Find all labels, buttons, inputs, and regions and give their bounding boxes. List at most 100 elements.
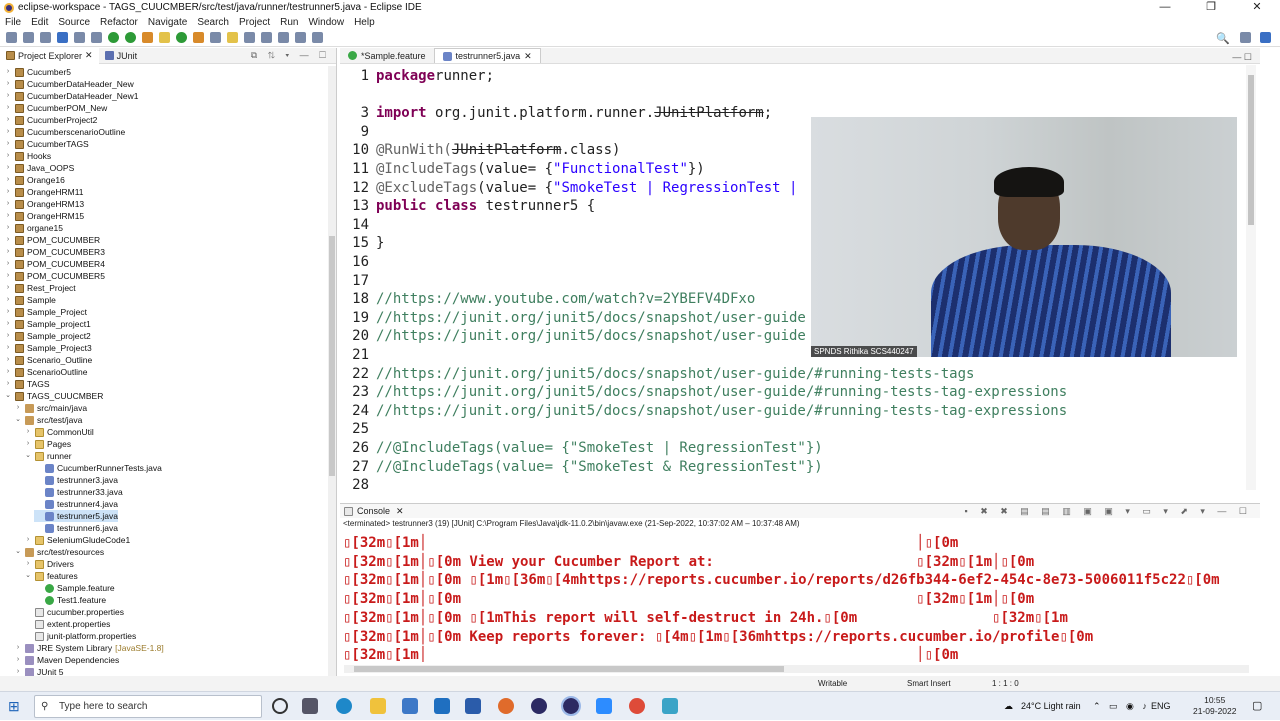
- menu-help[interactable]: Help: [354, 17, 375, 28]
- tree-item[interactable]: › src/main/java: [14, 402, 87, 414]
- console-hscrollbar[interactable]: [344, 665, 1249, 673]
- chevron-right-icon[interactable]: ›: [14, 654, 22, 666]
- chevron-right-icon[interactable]: ›: [4, 258, 12, 270]
- code-line[interactable]: @RunWith(JUnitPlatform.class): [376, 141, 620, 159]
- taskbar-search-input[interactable]: ⚲ Type here to search: [34, 695, 262, 718]
- cortana-icon[interactable]: [272, 698, 288, 714]
- tab-junit[interactable]: JUnit: [99, 48, 144, 64]
- chevron-right-icon[interactable]: ›: [4, 126, 12, 138]
- file-explorer-icon[interactable]: [370, 698, 386, 714]
- clock[interactable]: 10:55 21-09-2022: [1193, 695, 1236, 717]
- tree-item[interactable]: › ScenarioOutline: [4, 366, 88, 378]
- next-annotation-icon[interactable]: [244, 32, 255, 43]
- code-line[interactable]: //https://junit.org/junit5/docs/snapshot…: [376, 309, 806, 327]
- chevron-right-icon[interactable]: ›: [4, 150, 12, 162]
- chevron-right-icon[interactable]: ›: [4, 66, 12, 78]
- chevron-right-icon[interactable]: ›: [4, 174, 12, 186]
- tree-item[interactable]: Sample.feature: [34, 582, 115, 594]
- code-line[interactable]: //@IncludeTags(value= {"SmokeTest | Regr…: [376, 439, 823, 457]
- tree-item[interactable]: › TAGS: [4, 378, 50, 390]
- menu-search[interactable]: Search: [197, 17, 229, 28]
- chevron-right-icon[interactable]: ›: [4, 294, 12, 306]
- chevron-right-icon[interactable]: ›: [4, 78, 12, 90]
- chevron-right-icon[interactable]: ›: [4, 90, 12, 102]
- menu-run[interactable]: Run: [280, 17, 298, 28]
- save-icon[interactable]: [23, 32, 34, 43]
- editor-scrollbar-thumb[interactable]: [1248, 75, 1254, 225]
- tree-item[interactable]: › Rest_Project: [4, 282, 76, 294]
- chevron-right-icon[interactable]: ›: [4, 246, 12, 258]
- tree-item[interactable]: ⌄ runner: [24, 450, 72, 462]
- close-console-icon[interactable]: ✕: [396, 506, 404, 517]
- editor-min-max-icon[interactable]: — ☐: [1232, 52, 1252, 63]
- chevron-right-icon[interactable]: ›: [4, 366, 12, 378]
- tree-item[interactable]: › CucumberTAGS: [4, 138, 89, 150]
- tree-item[interactable]: testrunner5.java: [34, 510, 118, 522]
- tree-item[interactable]: › JRE System Library [JavaSE-1.8]: [14, 642, 164, 654]
- chevron-right-icon[interactable]: ›: [4, 162, 12, 174]
- tab-project-explorer[interactable]: Project Explorer ✕: [0, 47, 99, 64]
- maximize-button[interactable]: ❐: [1188, 0, 1234, 15]
- tab-sample-feature[interactable]: *Sample.feature: [340, 48, 434, 63]
- chevron-right-icon[interactable]: ›: [4, 354, 12, 366]
- search-icon[interactable]: 🔍: [1216, 32, 1230, 45]
- code-line[interactable]: @IncludeTags(value= {"FunctionalTest"}): [376, 160, 705, 178]
- tree-item[interactable]: › CucumberDataHeader_New1: [4, 90, 139, 102]
- tree-item[interactable]: › organe15: [4, 222, 63, 234]
- tree-item[interactable]: cucumber.properties: [24, 606, 124, 618]
- chevron-down-icon[interactable]: ⌄: [14, 546, 22, 558]
- chevron-right-icon[interactable]: ›: [4, 270, 12, 282]
- console-hscrollbar-thumb[interactable]: [354, 666, 784, 672]
- chrome-icon[interactable]: [629, 698, 645, 714]
- new-icon[interactable]: [6, 32, 17, 43]
- external-tools-icon[interactable]: [142, 32, 153, 43]
- tree-item[interactable]: › Sample_project1: [4, 318, 91, 330]
- language-indicator[interactable]: ENG: [1151, 692, 1171, 721]
- code-line[interactable]: //https://junit.org/junit5/docs/snapshot…: [376, 402, 1067, 420]
- skip-breakpoints-icon[interactable]: [74, 32, 85, 43]
- chevron-right-icon[interactable]: ›: [4, 342, 12, 354]
- weather-text[interactable]: 24°C Light rain: [1021, 692, 1081, 721]
- chevron-right-icon[interactable]: ›: [4, 114, 12, 126]
- tree-item[interactable]: ⌄ features: [24, 570, 78, 582]
- notification-icon[interactable]: ▢: [1252, 692, 1262, 721]
- tree-item[interactable]: › CucumberPOM_New: [4, 102, 107, 114]
- menu-refactor[interactable]: Refactor: [100, 17, 138, 28]
- chevron-down-icon[interactable]: ⌄: [24, 570, 32, 582]
- tree-item[interactable]: ⌄ src/test/java: [14, 414, 82, 426]
- console-toolbar-icons[interactable]: ▪ ✖ ✖ ▤ ▤ ▥ ▣ ▣ ▾ ▭ ▾ ⬈ ▾ — ☐: [965, 506, 1252, 517]
- tree-item[interactable]: › Sample_project2: [4, 330, 91, 342]
- editor-scrollbar[interactable]: [1246, 65, 1256, 490]
- tree-item[interactable]: › Sample: [4, 294, 56, 306]
- chevron-right-icon[interactable]: ›: [14, 642, 22, 654]
- menu-source[interactable]: Source: [58, 17, 90, 28]
- tree-item[interactable]: › Java_OOPS: [4, 162, 74, 174]
- snipping-tool-icon[interactable]: [662, 698, 678, 714]
- chevron-right-icon[interactable]: ›: [4, 234, 12, 246]
- new-java-project-icon[interactable]: [159, 32, 170, 43]
- tree-item[interactable]: CucumberRunnerTests.java: [34, 462, 162, 474]
- tree-item[interactable]: › CommonUtil: [24, 426, 94, 438]
- chevron-right-icon[interactable]: ›: [4, 186, 12, 198]
- tray-icons[interactable]: ⌃ ▭ ◉ ♪: [1093, 692, 1150, 721]
- chevron-right-icon[interactable]: ›: [4, 222, 12, 234]
- tab-console[interactable]: Console: [357, 506, 390, 516]
- tree-item[interactable]: › OrangeHRM11: [4, 186, 84, 198]
- tree-item[interactable]: testrunner6.java: [34, 522, 118, 534]
- tree-item[interactable]: › Drivers: [24, 558, 74, 570]
- chevron-right-icon[interactable]: ›: [4, 378, 12, 390]
- tree-item[interactable]: testrunner33.java: [34, 486, 123, 498]
- tree-item[interactable]: › POM_CUCUMBER4: [4, 258, 105, 270]
- tree-item[interactable]: › CucumberProject2: [4, 114, 98, 126]
- prev-annotation-icon[interactable]: [261, 32, 272, 43]
- perspective-icon[interactable]: [1240, 32, 1251, 43]
- tree-item[interactable]: › OrangeHRM13: [4, 198, 84, 210]
- tree-item[interactable]: › Scenario_Outline: [4, 354, 92, 366]
- eclipse-active-taskbar-icon[interactable]: [561, 696, 581, 716]
- chevron-right-icon[interactable]: ›: [24, 534, 32, 546]
- tree-item[interactable]: ⌄ TAGS_CUUCMBER: [4, 390, 103, 402]
- view-menu-icon[interactable]: ⧉ ⇅ ▾ — ☐: [251, 50, 330, 61]
- mail-icon[interactable]: [434, 698, 450, 714]
- tree-item[interactable]: › POM_CUCUMBER3: [4, 246, 105, 258]
- tree-scrollbar-thumb[interactable]: [329, 236, 335, 476]
